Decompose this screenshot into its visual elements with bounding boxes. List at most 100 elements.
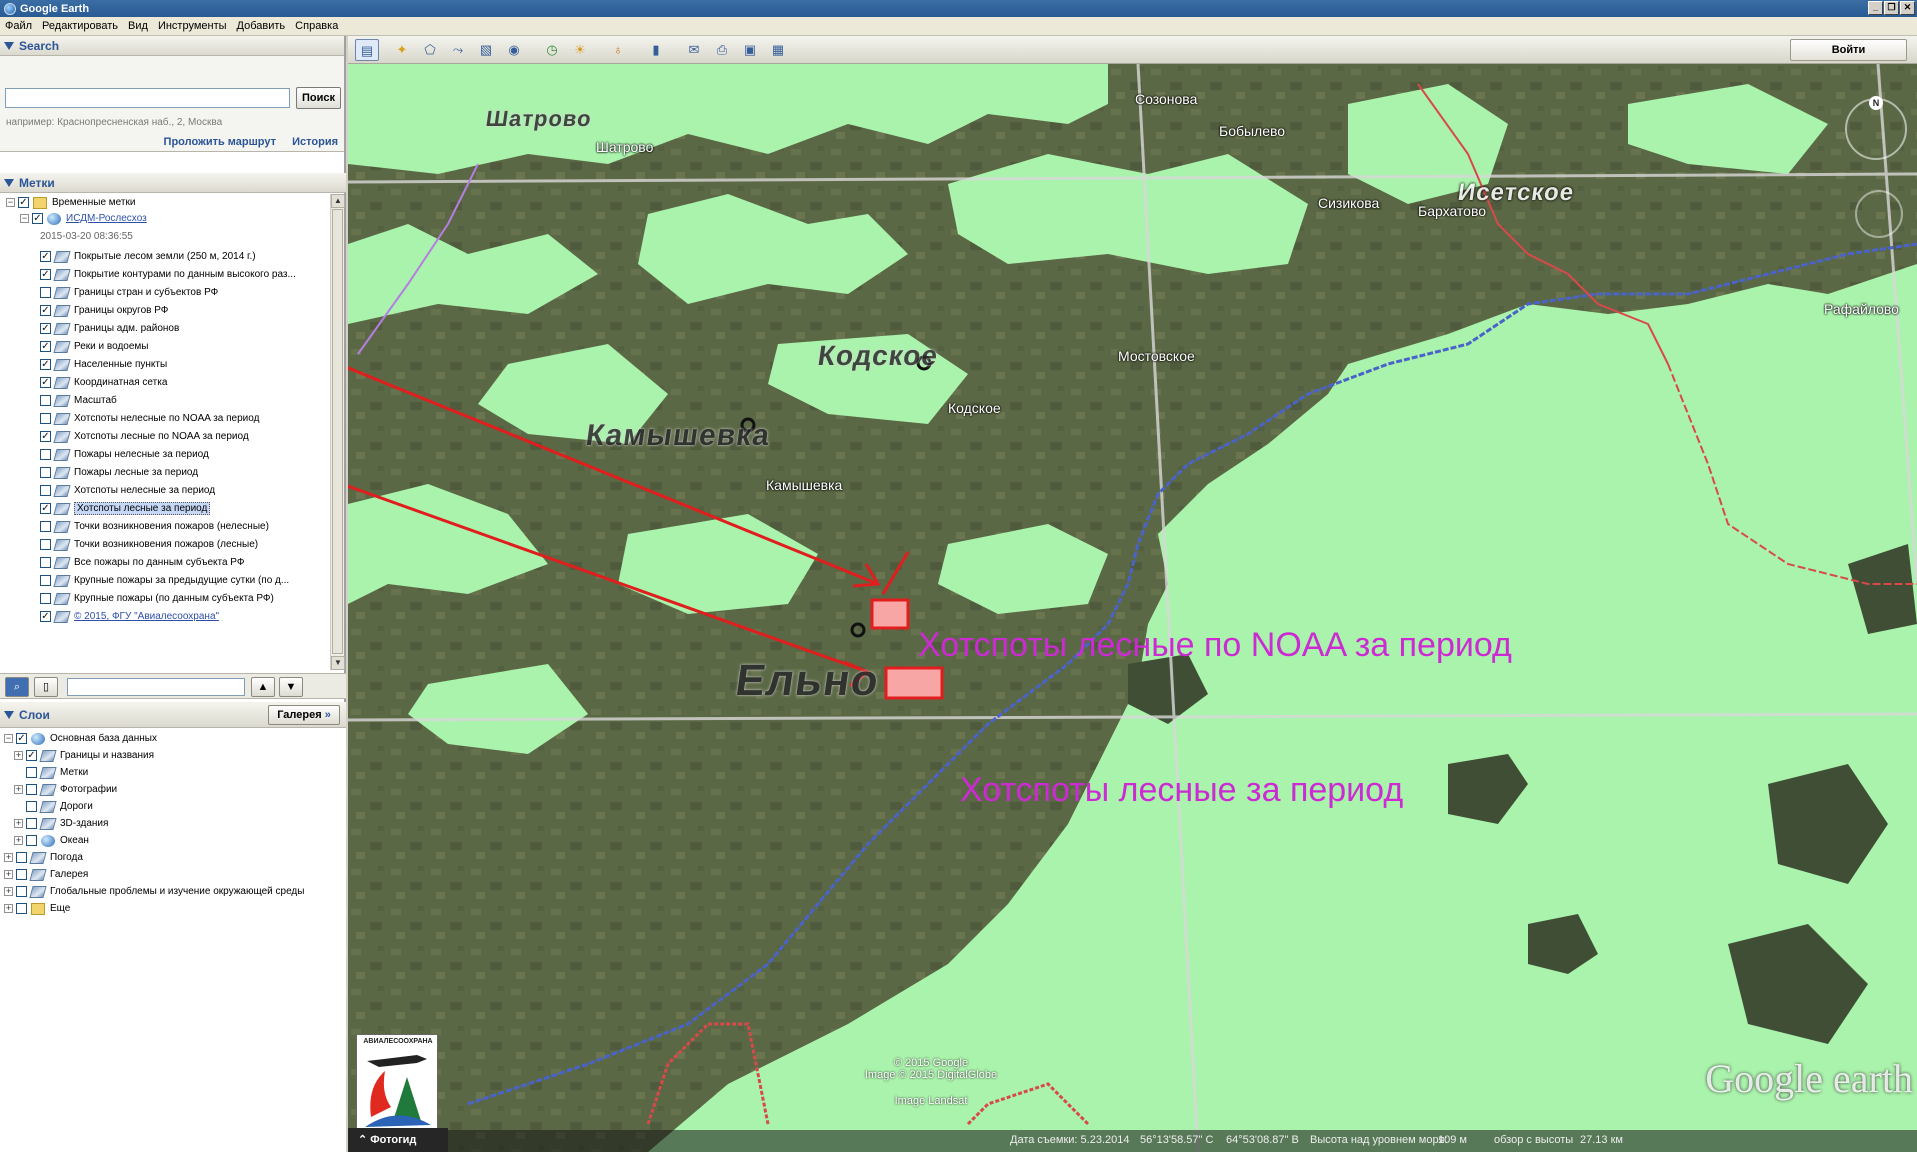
layer-checkbox[interactable] <box>40 287 51 298</box>
places-item[interactable]: Пожары нелесные за период <box>40 446 209 463</box>
scroll-thumb[interactable] <box>332 209 343 654</box>
places-scrollbar[interactable]: ▲ ▼ <box>330 194 345 670</box>
places-item[interactable]: ✓ Границы округов РФ <box>40 302 168 319</box>
compass-navigation-control[interactable]: N <box>1845 96 1907 160</box>
layers-item[interactable]: + Погода <box>4 849 83 866</box>
layers-item[interactable]: + Еще <box>4 900 70 917</box>
places-item[interactable]: ✓ Покрытие контурами по данным высокого р… <box>40 266 296 283</box>
save-image-icon[interactable]: ▦ <box>766 39 790 61</box>
layers-item[interactable]: +3D-здания <box>14 815 108 832</box>
layer-checkbox[interactable]: ✓ <box>40 323 51 334</box>
layer-checkbox[interactable]: ✓ <box>40 269 51 280</box>
print-icon[interactable]: ⎙ <box>710 39 734 61</box>
expand-toggle-icon[interactable]: − <box>20 214 29 223</box>
layer-checkbox[interactable] <box>26 801 37 812</box>
look-joystick-control[interactable] <box>1855 190 1903 238</box>
search-panel-header[interactable]: Search <box>0 36 344 56</box>
expand-toggle-icon[interactable]: + <box>4 904 13 913</box>
layer-checkbox[interactable]: ✓ <box>40 431 51 442</box>
places-item[interactable]: − ✓ ИСДМ-Рослесхоз <box>20 210 147 227</box>
menu-add[interactable]: Добавить <box>232 20 291 32</box>
layer-checkbox[interactable]: ✓ <box>40 305 51 316</box>
panel-toggle-icon[interactable]: ▯ <box>34 677 58 697</box>
layer-checkbox[interactable] <box>40 485 51 496</box>
image-overlay-icon[interactable]: ▧ <box>474 39 498 61</box>
move-down-arrow-icon[interactable]: ▼ <box>279 677 303 697</box>
hotspot-forest-marker[interactable] <box>884 666 944 700</box>
places-item-label[interactable]: © 2015, ФГУ "Авиалесоохрана" <box>74 611 219 622</box>
layer-checkbox[interactable]: ✓ <box>26 750 37 761</box>
route-link[interactable]: Проложить маршрут <box>164 136 276 148</box>
hotspot-noaa-marker[interactable] <box>870 598 910 630</box>
places-panel-header[interactable]: Метки <box>0 173 346 193</box>
search-input[interactable] <box>5 88 290 108</box>
layers-item[interactable]: + Глобальные проблемы и изучение окружающ… <box>4 883 304 900</box>
expand-toggle-icon[interactable]: + <box>4 853 13 862</box>
minimize-button[interactable]: _ <box>1868 1 1883 15</box>
places-item[interactable]: ✓ Хотспоты лесные за период <box>40 500 211 517</box>
layer-checkbox[interactable] <box>40 413 51 424</box>
email-icon[interactable]: ✉ <box>682 39 706 61</box>
layer-checkbox[interactable]: ✓ <box>40 341 51 352</box>
places-item[interactable]: ✓ Хотспоты лесные по NOAA за период <box>40 428 249 445</box>
layer-checkbox[interactable] <box>40 575 51 586</box>
layers-item[interactable]: + Галерея <box>4 866 88 883</box>
places-item[interactable]: 2015-03-20 08:36:55 <box>40 228 133 245</box>
places-item[interactable]: Границы стран и субъектов РФ <box>40 284 218 301</box>
menu-file[interactable]: Файл <box>0 20 37 32</box>
layer-checkbox[interactable] <box>26 835 37 846</box>
places-filter-input[interactable] <box>67 678 245 696</box>
places-item[interactable]: ✓ Покрытые лесом земли (250 м, 2014 г.) <box>40 248 256 265</box>
planets-icon[interactable]: ♁ <box>606 39 630 61</box>
tour-guide-button[interactable]: ⌃ Фотогид <box>348 1128 448 1152</box>
sidebar-toggle-icon[interactable]: ▤ <box>355 39 379 61</box>
layer-checkbox[interactable] <box>40 467 51 478</box>
historical-imagery-icon[interactable]: ◷ <box>540 39 564 61</box>
places-item[interactable]: Хотспоты нелесные за период <box>40 482 215 499</box>
places-item[interactable]: ✓ Населенные пункты <box>40 356 167 373</box>
layers-item[interactable]: Дороги <box>14 798 93 815</box>
expand-toggle-icon[interactable]: + <box>14 785 23 794</box>
layers-item[interactable]: + Фотографии <box>14 781 117 798</box>
layer-checkbox[interactable]: ✓ <box>40 251 51 262</box>
places-item[interactable]: Хотспоты нелесные по NOAA за период <box>40 410 259 427</box>
scroll-up-arrow-icon[interactable]: ▲ <box>331 194 345 208</box>
places-item[interactable]: Точки возникновения пожаров (лесные) <box>40 536 258 553</box>
scroll-down-arrow-icon[interactable]: ▼ <box>331 656 345 670</box>
places-item[interactable]: ✓ © 2015, ФГУ "Авиалесоохрана" <box>40 608 219 625</box>
expand-toggle-icon[interactable]: + <box>14 836 23 845</box>
close-button[interactable]: ✕ <box>1900 1 1915 15</box>
expand-toggle-icon[interactable]: − <box>6 198 15 207</box>
map-view[interactable]: ▤ ✦ ⬠ ⤳ ▧ ◉ ◷ ☀ ♁ ▮ ✉ ⎙ ▣ ▦ Войти Созоно… <box>348 36 1917 1152</box>
layers-item[interactable]: + Океан <box>14 832 89 849</box>
layers-item[interactable]: + ✓ Границы и названия <box>14 747 154 764</box>
sunlight-icon[interactable]: ☀ <box>568 39 592 61</box>
expand-toggle-icon[interactable]: + <box>4 887 13 896</box>
places-item[interactable]: Пожары лесные за период <box>40 464 198 481</box>
gallery-button[interactable]: Галерея » <box>268 705 340 725</box>
layer-checkbox[interactable]: ✓ <box>40 377 51 388</box>
ruler-icon[interactable]: ▮ <box>644 39 668 61</box>
layer-checkbox[interactable] <box>26 784 37 795</box>
layer-checkbox[interactable] <box>16 869 27 880</box>
history-link[interactable]: История <box>292 136 338 148</box>
layer-checkbox[interactable]: ✓ <box>40 503 51 514</box>
places-item[interactable]: − ✓ Временные метки <box>6 194 135 211</box>
layer-checkbox[interactable]: ✓ <box>18 197 29 208</box>
layer-checkbox[interactable] <box>40 593 51 604</box>
places-item-label[interactable]: ИСДМ-Рослесхоз <box>66 213 147 224</box>
menu-edit[interactable]: Редактировать <box>37 20 123 32</box>
add-polygon-icon[interactable]: ⬠ <box>418 39 442 61</box>
layer-checkbox[interactable] <box>40 539 51 550</box>
layer-checkbox[interactable]: ✓ <box>16 733 27 744</box>
layer-checkbox[interactable] <box>40 521 51 532</box>
places-item[interactable]: Точки возникновения пожаров (нелесные) <box>40 518 269 535</box>
layer-checkbox[interactable] <box>16 903 27 914</box>
layer-checkbox[interactable] <box>40 449 51 460</box>
layer-checkbox[interactable]: ✓ <box>40 359 51 370</box>
layer-checkbox[interactable]: ✓ <box>40 611 51 622</box>
menu-tools[interactable]: Инструменты <box>153 20 232 32</box>
expand-toggle-icon[interactable]: + <box>14 751 23 760</box>
maximize-button[interactable]: ❐ <box>1884 1 1899 15</box>
login-button[interactable]: Войти <box>1790 39 1907 61</box>
